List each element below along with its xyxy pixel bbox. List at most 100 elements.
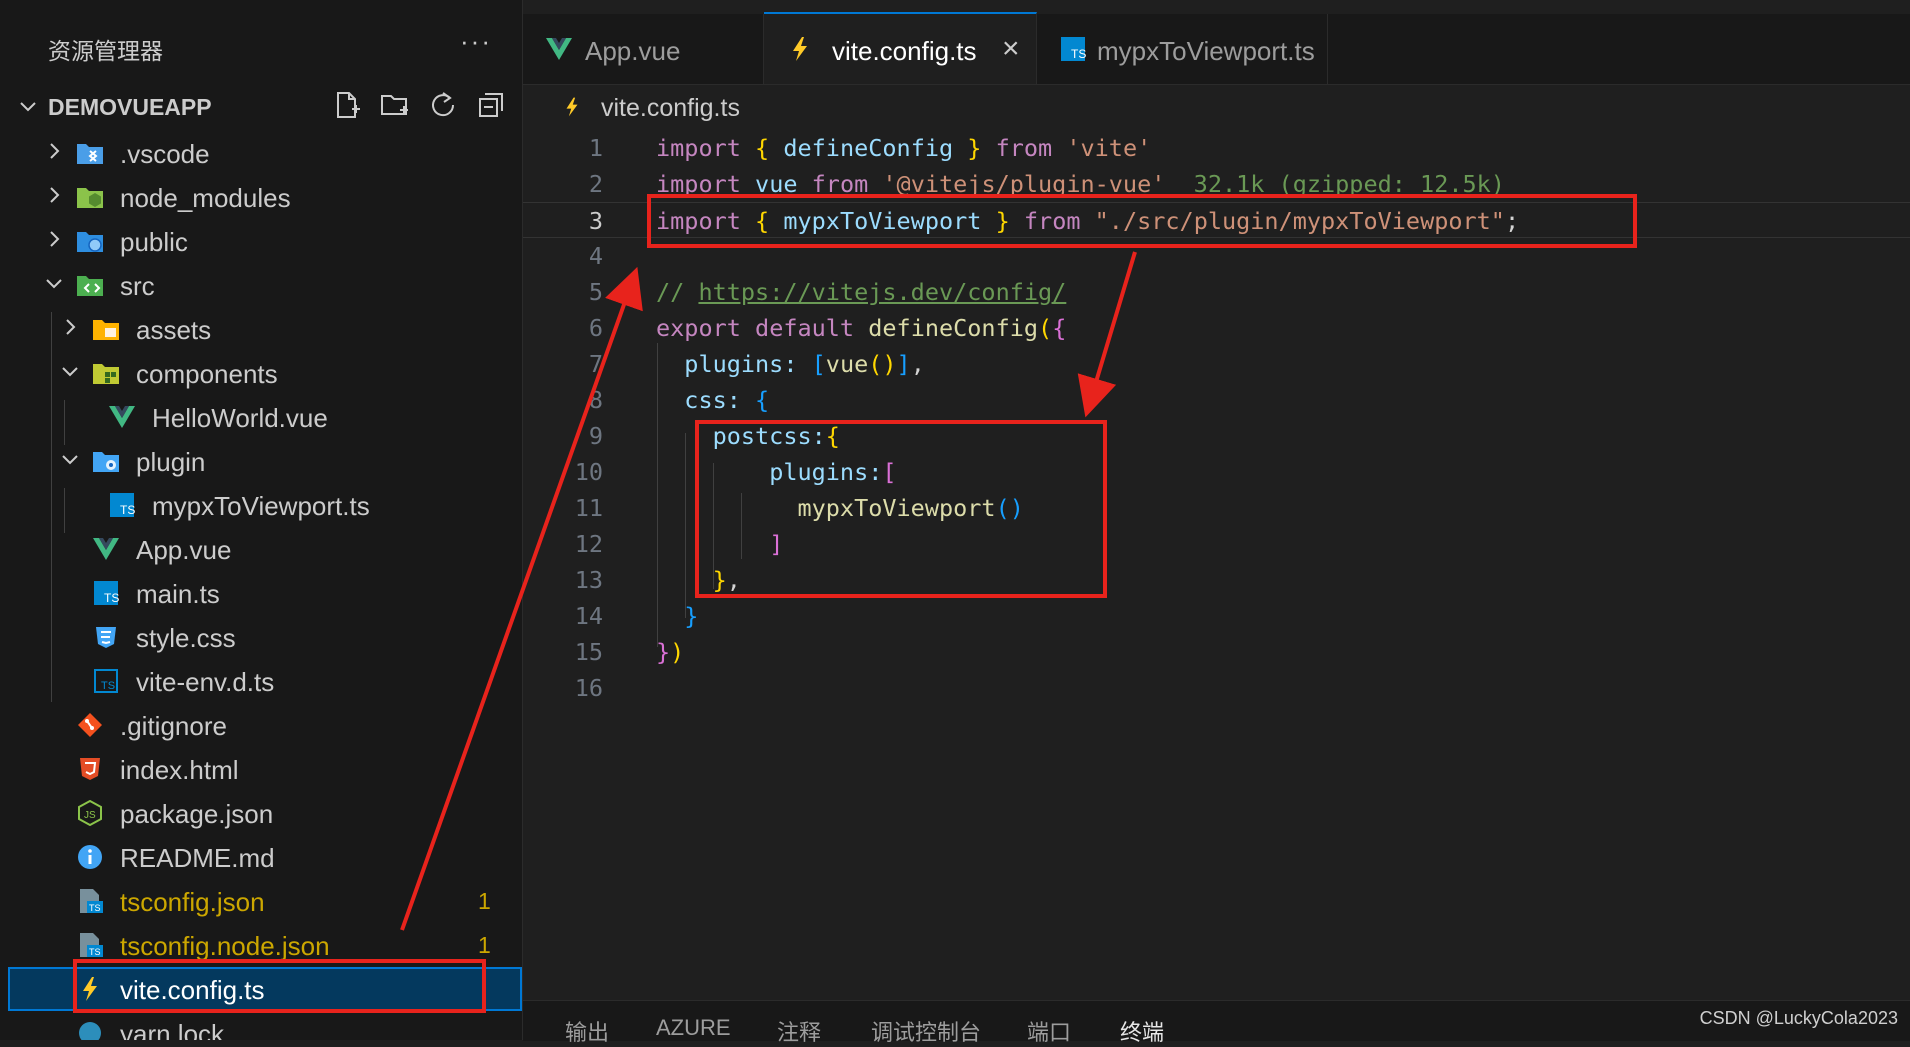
panel-tab-comments[interactable]: 注释 [777, 1015, 821, 1047]
tree-item-main-ts[interactable]: TS main.ts [0, 571, 522, 615]
breadcrumb[interactable]: vite.config.ts [523, 86, 1910, 130]
tree-item-src[interactable]: src [0, 263, 522, 307]
ts-file-icon: TS [108, 492, 136, 518]
project-name: DEMOVUEAPP [48, 94, 212, 120]
comma: , [910, 350, 925, 378]
tree-item-helloworld[interactable]: HelloWorld.vue [0, 395, 522, 439]
ts-file-icon: TS [1059, 35, 1087, 63]
keyword: default [755, 314, 855, 342]
ts-def-file-icon: TS [92, 668, 120, 694]
tree-item-label: main.ts [136, 579, 220, 609]
tree-item-public[interactable]: public [0, 219, 522, 263]
bracket: [ [811, 350, 826, 378]
line-number: 2 [588, 170, 603, 198]
tree-item-label: index.html [120, 755, 239, 785]
tree-item-label: .vscode [120, 139, 210, 169]
chevron-right-icon [44, 229, 64, 249]
code-text: // https://vitejs.dev/config/ [656, 278, 1066, 306]
code-line: 16 [523, 670, 1910, 706]
watermark: CSDN @LuckyCola2023 [1699, 1008, 1898, 1028]
code-text: import { defineConfig } from 'vite' [656, 134, 1151, 162]
tree-item-vscode[interactable]: .vscode [0, 131, 522, 175]
new-folder-icon[interactable] [380, 90, 410, 120]
vue-file-icon [92, 536, 120, 562]
tree-item-node-modules[interactable]: node_modules [0, 175, 522, 219]
line-number: 6 [588, 314, 603, 342]
vite-icon [561, 94, 583, 120]
tree-item-vite-env[interactable]: TS vite-env.d.ts [0, 659, 522, 703]
line-number: 7 [588, 350, 603, 378]
vite-icon [786, 35, 814, 63]
assets-folder-icon [92, 316, 120, 342]
function-name: vue [825, 350, 869, 378]
problem-count-badge: 1 [478, 932, 491, 958]
svg-text:TS: TS [104, 591, 119, 605]
new-file-icon[interactable] [332, 90, 362, 120]
tab-app-vue[interactable]: App.vue [523, 14, 764, 84]
ts-file-icon: TS [92, 580, 120, 606]
tree-item-label: HelloWorld.vue [152, 403, 328, 433]
line-number: 12 [574, 530, 603, 558]
tree-item-app-vue[interactable]: App.vue [0, 527, 522, 571]
tree-item-label: yarn.lock [120, 1019, 225, 1040]
chevron-down-icon [60, 361, 80, 381]
chevron-down-icon [60, 449, 80, 469]
panel-tab-debug-console[interactable]: 调试控制台 [871, 1015, 981, 1047]
tree-item-label: vite-env.d.ts [136, 667, 275, 697]
tree-item-label: public [120, 227, 188, 257]
svg-text:TS: TS [89, 903, 101, 913]
tree-item-plugin[interactable]: plugin [0, 439, 522, 483]
panel-tab-ports[interactable]: 端口 [1027, 1015, 1071, 1047]
comment-link[interactable]: https://vitejs.dev/config/ [698, 278, 1066, 306]
svg-text:TS: TS [101, 680, 115, 692]
tree-item-readme[interactable]: README.md [0, 835, 522, 879]
chevron-right-icon [44, 185, 64, 205]
more-actions-icon[interactable]: ··· [460, 26, 492, 57]
brace: } [684, 602, 699, 630]
panel-tab-output[interactable]: 输出 [565, 1015, 609, 1047]
code-text: plugins: [vue()], [656, 350, 925, 378]
panel-tab-terminal[interactable]: 终端 [1120, 1015, 1164, 1047]
function-name: defineConfig [868, 314, 1039, 342]
tree-item-style-css[interactable]: style.css [0, 615, 522, 659]
paren: ( [1038, 314, 1053, 342]
code-line: 1 import { defineConfig } from 'vite' [523, 130, 1910, 166]
chevron-right-icon [44, 141, 64, 161]
collapse-all-icon[interactable] [476, 90, 506, 120]
project-header[interactable]: DEMOVUEAPP [0, 90, 522, 124]
line-number: 13 [574, 566, 603, 594]
vue-file-icon [108, 404, 136, 430]
line-number: 3 [588, 207, 603, 235]
breadcrumb-file: vite.config.ts [601, 94, 740, 122]
tree-item-label: plugin [136, 447, 206, 477]
tree-item-index-html[interactable]: index.html [0, 747, 522, 791]
tree-item-tsconfig[interactable]: TS tsconfig.json 1 [0, 879, 522, 923]
close-icon[interactable]: × [1002, 32, 1020, 66]
tree-item-label: tsconfig.node.json [120, 931, 330, 961]
info-icon [76, 844, 104, 870]
paren: ) [670, 638, 685, 666]
tree-item-package-json[interactable]: JS package.json [0, 791, 522, 835]
tree-item-gitignore[interactable]: .gitignore [0, 703, 522, 747]
chevron-down-icon [18, 96, 38, 122]
tree-item-label: tsconfig.json [120, 887, 265, 917]
identifier: defineConfig [783, 134, 954, 162]
tab-vite-config[interactable]: vite.config.ts × [764, 12, 1037, 84]
keyword: from [995, 134, 1053, 162]
tab-mypxtoviewport[interactable]: TS mypxToViewport.ts [1037, 14, 1328, 84]
tree-item-label: assets [136, 315, 212, 345]
tree-item-label: README.md [120, 843, 275, 873]
tree-item-mypxtoviewport[interactable]: TS mypxToViewport.ts [0, 483, 522, 527]
refresh-icon[interactable] [428, 90, 458, 120]
tree-item-components[interactable]: components [0, 351, 522, 395]
tree-item-assets[interactable]: assets [0, 307, 522, 351]
code-text: } [656, 602, 698, 630]
line-number: 9 [588, 422, 603, 450]
panel-tab-azure[interactable]: AZURE [656, 1015, 731, 1041]
string: 'vite' [1066, 134, 1152, 162]
css-file-icon [92, 624, 120, 650]
tree-item-label: App.vue [136, 535, 232, 565]
tree-item-yarn-lock[interactable]: yarn.lock [0, 1011, 522, 1040]
explorer-title: 资源管理器 [48, 38, 163, 64]
brace: { [755, 386, 770, 414]
